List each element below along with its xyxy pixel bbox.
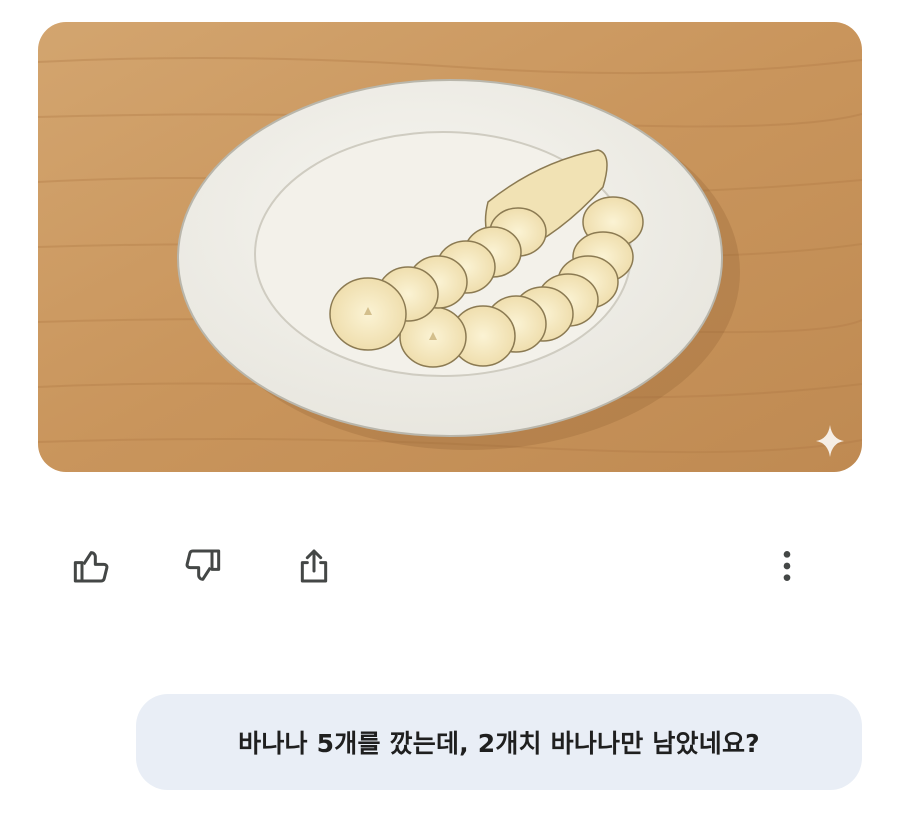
user-message-bubble: 바나나 5개를 깠는데, 2개치 바나나만 남았네요? — [136, 694, 862, 790]
banana-plate-illustration — [38, 22, 862, 472]
share-icon — [300, 549, 328, 583]
response-actions — [0, 530, 900, 600]
thumbs-down-button[interactable] — [178, 542, 226, 590]
thumbs-up-button[interactable] — [68, 542, 116, 590]
more-vertical-icon — [783, 551, 791, 581]
thumbs-down-icon — [185, 549, 221, 581]
generated-image[interactable] — [38, 22, 862, 472]
more-options-button[interactable] — [763, 542, 811, 590]
user-message-text: 바나나 5개를 깠는데, 2개치 바나나만 남았네요? — [238, 729, 760, 758]
thumbs-up-icon — [73, 551, 109, 583]
share-button[interactable] — [290, 542, 338, 590]
